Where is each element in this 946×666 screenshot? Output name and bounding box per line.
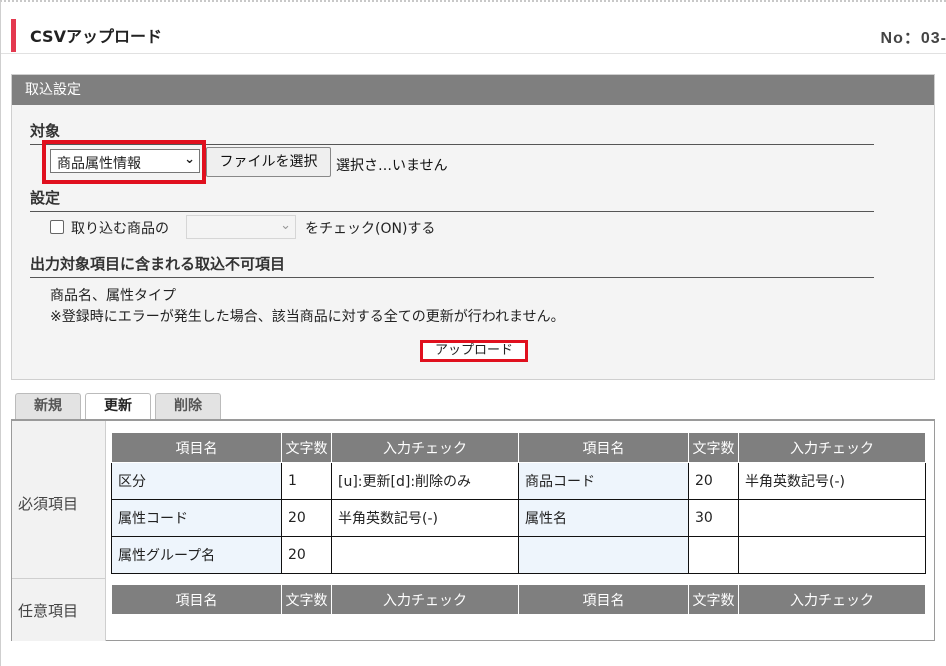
field-chars-cell: 20 bbox=[688, 462, 739, 500]
column-header-chars: 文字数 bbox=[281, 584, 332, 615]
tab-new[interactable]: 新規 bbox=[15, 393, 81, 419]
table-bottom-rule bbox=[111, 614, 926, 618]
field-chars-cell: 30 bbox=[688, 499, 739, 537]
field-name-cell bbox=[518, 536, 689, 574]
panel-title: 取込設定 bbox=[12, 75, 934, 105]
output-section-heading: 出力対象項目に含まれる取込不可項目 bbox=[30, 253, 874, 278]
flag-select-disabled: ⌄ bbox=[186, 215, 296, 239]
field-check-cell bbox=[738, 499, 926, 537]
field-name-cell: 属性グループ名 bbox=[111, 536, 282, 574]
column-header-chars: 文字数 bbox=[281, 432, 332, 463]
column-header-check: 入力チェック bbox=[738, 584, 926, 615]
column-header-check: 入力チェック bbox=[331, 584, 519, 615]
tab-delete[interactable]: 削除 bbox=[155, 393, 221, 419]
required-fields-table: 項目名 文字数 入力チェック 項目名 文字数 入力チェック 区分 1 [u]:更… bbox=[111, 432, 926, 574]
column-header-name: 項目名 bbox=[518, 584, 689, 615]
column-header-chars: 文字数 bbox=[688, 432, 739, 463]
field-check-cell: 半角英数記号(-) bbox=[738, 462, 926, 500]
choose-file-button[interactable]: ファイルを選択 bbox=[206, 147, 331, 177]
column-header-name: 項目名 bbox=[111, 584, 282, 615]
optional-fields-table: 項目名 文字数 入力チェック 項目名 文字数 入力チェック bbox=[111, 584, 926, 618]
column-header-check: 入力チェック bbox=[738, 432, 926, 463]
chevron-down-icon: ⌄ bbox=[280, 218, 291, 233]
settings-section-heading: 設定 bbox=[30, 187, 874, 212]
page-number: No：03- bbox=[880, 30, 946, 47]
field-chars-cell bbox=[688, 536, 739, 574]
field-name-cell: 属性名 bbox=[518, 499, 689, 537]
required-group: 必須項目 bbox=[12, 421, 106, 579]
field-spec-area: 必須項目 任意項目 項目名 文字数 入力チェック 項目名 文字数 入力チェック … bbox=[11, 419, 935, 641]
field-name-cell: 区分 bbox=[111, 462, 282, 500]
page-frame: CSVアップロード No：03- 取込設定 対象 商品属性情報 ⌄ ファイルを選… bbox=[0, 0, 946, 666]
file-status-text: 選択さ…いません bbox=[336, 158, 448, 174]
field-name-cell: 属性コード bbox=[111, 499, 282, 537]
page-title: CSVアップロード bbox=[30, 27, 162, 46]
field-check-cell bbox=[738, 536, 926, 574]
table-header-row: 項目名 文字数 入力チェック 項目名 文字数 入力チェック bbox=[111, 432, 926, 463]
import-settings-panel: 取込設定 対象 商品属性情報 ⌄ ファイルを選択 選択さ…いません 設定 取り込… bbox=[11, 74, 935, 380]
field-name-cell: 商品コード bbox=[518, 462, 689, 500]
checkbox-label: 取り込む商品の bbox=[71, 221, 169, 237]
checkbox-suffix: をチェック(ON)する bbox=[305, 221, 436, 237]
field-chars-cell: 1 bbox=[281, 462, 332, 500]
optional-label: 任意項目 bbox=[18, 602, 79, 620]
field-check-cell bbox=[331, 536, 519, 574]
check-products-checkbox[interactable] bbox=[50, 220, 64, 234]
field-chars-cell: 20 bbox=[281, 499, 332, 537]
tab-update[interactable]: 更新 bbox=[85, 393, 151, 420]
field-check-cell: [u]:更新[d]:削除のみ bbox=[331, 462, 519, 500]
optional-group: 任意項目 bbox=[12, 579, 106, 641]
field-check-cell: 半角英数記号(-) bbox=[331, 499, 519, 537]
table-header-row: 項目名 文字数 入力チェック 項目名 文字数 入力チェック bbox=[111, 584, 926, 615]
column-header-name: 項目名 bbox=[518, 432, 689, 463]
table-row: 属性コード 20 半角英数記号(-) 属性名 30 bbox=[111, 499, 926, 537]
required-label: 必須項目 bbox=[18, 495, 79, 513]
target-select[interactable]: 商品属性情報 ⌄ bbox=[50, 149, 200, 173]
table-rule-cell bbox=[111, 614, 926, 618]
field-chars-cell: 20 bbox=[281, 536, 332, 574]
table-row: 属性グループ名 20 bbox=[111, 536, 926, 574]
error-note: ※登録時にエラーが発生した場合、該当商品に対する全ての更新が行われません。 bbox=[50, 309, 565, 325]
table-row: 区分 1 [u]:更新[d]:削除のみ 商品コード 20 半角英数記号(-) bbox=[111, 462, 926, 500]
non-importable-items: 商品名、属性タイプ bbox=[50, 288, 176, 304]
page-header: CSVアップロード No：03- bbox=[1, 8, 946, 54]
target-select-value: 商品属性情報 bbox=[57, 156, 141, 172]
title-accent-bar bbox=[11, 19, 16, 52]
column-header-chars: 文字数 bbox=[688, 584, 739, 615]
column-header-name: 項目名 bbox=[111, 432, 282, 463]
column-header-check: 入力チェック bbox=[331, 432, 519, 463]
upload-button[interactable]: アップロード bbox=[420, 340, 528, 362]
chevron-down-icon: ⌄ bbox=[184, 152, 195, 167]
